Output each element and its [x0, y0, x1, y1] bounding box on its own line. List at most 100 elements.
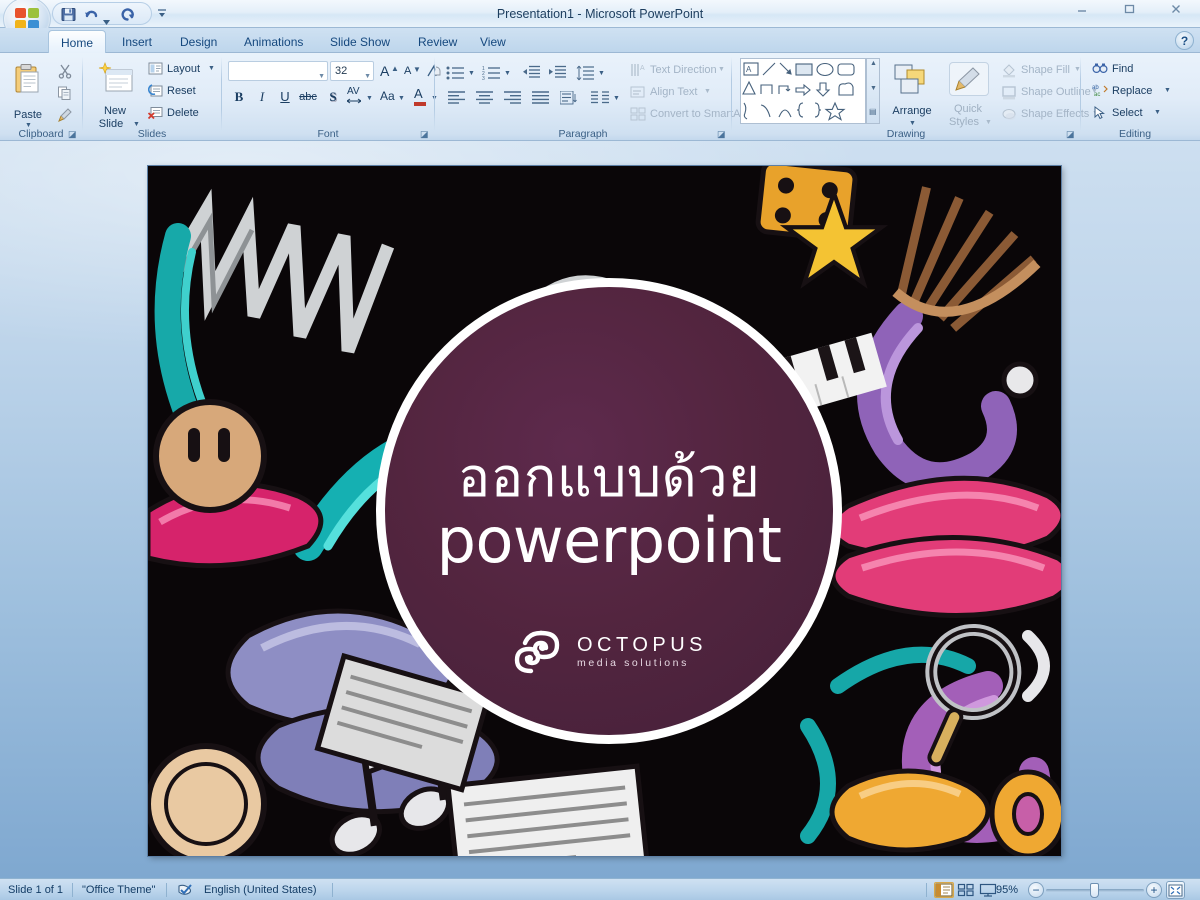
undo-dropdown-icon[interactable]: [103, 12, 110, 17]
convert-to-smartart-button[interactable]: Convert to SmartArt ▼: [627, 103, 731, 123]
paste-label: Paste: [6, 109, 50, 121]
clipboard-dialog-launcher[interactable]: ◪: [68, 129, 78, 139]
delete-slide-button[interactable]: Delete: [145, 102, 217, 122]
tab-insert[interactable]: Insert: [110, 30, 164, 53]
zoom-slider-thumb[interactable]: [1090, 883, 1099, 898]
arrange-dropdown-icon[interactable]: ▼: [909, 120, 916, 127]
paste-button[interactable]: [8, 59, 48, 105]
reset-button[interactable]: Reset: [145, 80, 217, 100]
arrange-button[interactable]: [888, 59, 936, 103]
replace-dropdown-icon[interactable]: ▼: [1164, 87, 1171, 94]
font-size-combobox[interactable]: 32 ▼: [330, 61, 374, 81]
close-button[interactable]: [1161, 3, 1191, 23]
align-text-button[interactable]: Align Text ▼: [627, 81, 727, 101]
text-direction-button[interactable]: A Text Direction ▼: [627, 59, 727, 79]
bold-button[interactable]: B: [228, 86, 250, 108]
select-button[interactable]: Select ▼: [1089, 102, 1181, 122]
customize-qat-icon[interactable]: [156, 6, 168, 18]
align-right-button[interactable]: [499, 86, 525, 108]
redo-icon[interactable]: [119, 6, 136, 23]
replace-label: Replace: [1112, 85, 1152, 97]
language-label[interactable]: English (United States): [204, 879, 317, 900]
view-slideshow-button[interactable]: [978, 882, 998, 898]
status-separator: [926, 883, 927, 897]
undo-icon[interactable]: [83, 6, 100, 23]
replace-button[interactable]: ab ac Replace ▼: [1089, 80, 1181, 100]
align-left-button[interactable]: [443, 86, 469, 108]
format-painter-button[interactable]: [54, 105, 74, 123]
font-dialog-launcher[interactable]: ◪: [420, 129, 430, 139]
layout-dropdown-icon[interactable]: ▼: [208, 65, 215, 72]
bullets-button[interactable]: ▼: [443, 61, 475, 83]
tab-design[interactable]: Design: [168, 30, 229, 53]
decrease-indent-button[interactable]: [519, 61, 543, 83]
tab-animations[interactable]: Animations: [232, 30, 315, 53]
shapes-gallery-scrollbar[interactable]: ▲ ▼ ▤: [866, 58, 880, 124]
slide-canvas[interactable]: ออกแบบด้วย powerpoint OCTOPUS media solu…: [148, 166, 1061, 856]
svg-text:A: A: [640, 65, 645, 72]
find-label: Find: [1112, 63, 1133, 75]
change-case-dropdown-icon[interactable]: ▼: [398, 95, 405, 102]
drawing-dialog-launcher[interactable]: ◪: [1066, 129, 1076, 139]
change-case-button[interactable]: Aa ▼: [376, 86, 406, 108]
italic-button[interactable]: I: [251, 86, 273, 108]
find-button[interactable]: Find: [1089, 58, 1181, 78]
shrink-font-button[interactable]: A ▼: [399, 61, 421, 81]
text-direction-dropdown-icon[interactable]: ▼: [718, 66, 725, 73]
new-slide-dropdown-icon[interactable]: ▼: [133, 121, 140, 128]
zoom-level-label[interactable]: 95%: [996, 879, 1018, 900]
help-icon[interactable]: ?: [1175, 31, 1194, 50]
character-spacing-button[interactable]: AV ▼: [344, 86, 374, 108]
justify-button[interactable]: [527, 86, 553, 108]
svg-text:3: 3: [482, 76, 485, 81]
font-name-combobox[interactable]: ▼: [228, 61, 328, 81]
tab-view[interactable]: View: [468, 30, 518, 53]
strikethrough-button[interactable]: abc: [297, 86, 319, 108]
character-spacing-dropdown-icon[interactable]: ▼: [366, 95, 373, 102]
paragraph-dialog-launcher[interactable]: ◪: [717, 129, 727, 139]
line-spacing-dropdown-icon[interactable]: ▼: [598, 70, 605, 77]
grow-font-button[interactable]: A ▲: [376, 61, 398, 81]
slide-title-thai: ออกแบบด้วย: [458, 449, 760, 507]
theme-label[interactable]: "Office Theme": [82, 879, 155, 900]
quick-styles-dropdown-icon[interactable]: ▼: [985, 119, 992, 126]
new-slide-button[interactable]: [91, 58, 139, 102]
numbering-button[interactable]: 1 2 3 ▼: [479, 61, 511, 83]
status-bar: Slide 1 of 1 "Office Theme" English (Uni…: [0, 878, 1200, 900]
spell-check-icon[interactable]: [176, 882, 196, 898]
align-text-dropdown-icon[interactable]: ▼: [704, 88, 711, 95]
tab-home[interactable]: Home: [48, 30, 106, 53]
align-center-button[interactable]: [471, 86, 497, 108]
status-separator: [72, 883, 73, 897]
delete-label: Delete: [167, 107, 199, 119]
layout-button[interactable]: Layout ▼: [145, 58, 217, 78]
copy-button[interactable]: [54, 83, 74, 101]
cut-button[interactable]: [54, 61, 74, 79]
zoom-in-button[interactable]: +: [1146, 882, 1162, 898]
select-dropdown-icon[interactable]: ▼: [1154, 109, 1161, 116]
bullets-dropdown-icon[interactable]: ▼: [468, 70, 475, 77]
fit-to-window-button[interactable]: [1166, 881, 1185, 899]
distribute-text-button[interactable]: [555, 86, 581, 108]
underline-button[interactable]: U: [274, 86, 296, 108]
increase-indent-button[interactable]: [545, 61, 569, 83]
numbering-dropdown-icon[interactable]: ▼: [504, 70, 511, 77]
shapes-gallery[interactable]: A: [740, 58, 866, 124]
zoom-out-button[interactable]: −: [1028, 882, 1044, 898]
view-slide-sorter-button[interactable]: [956, 882, 976, 898]
tab-review[interactable]: Review: [406, 30, 469, 53]
quick-styles-button[interactable]: [944, 59, 992, 103]
minimize-button[interactable]: [1067, 3, 1097, 23]
maximize-button[interactable]: [1114, 3, 1144, 23]
text-shadow-button[interactable]: S: [322, 86, 344, 108]
view-normal-button[interactable]: [934, 882, 954, 898]
columns-button[interactable]: ▼: [587, 86, 621, 108]
line-spacing-button[interactable]: ▼: [573, 61, 605, 83]
tab-slide-show[interactable]: Slide Show: [318, 30, 402, 53]
font-name-dropdown-icon[interactable]: ▼: [318, 68, 325, 86]
save-icon[interactable]: [60, 6, 77, 23]
svg-text:A: A: [746, 65, 752, 74]
columns-dropdown-icon[interactable]: ▼: [613, 95, 620, 102]
font-size-dropdown-icon[interactable]: ▼: [364, 68, 371, 86]
ribbon-tab-strip: Home Insert Design Animations Slide Show…: [0, 28, 1200, 53]
